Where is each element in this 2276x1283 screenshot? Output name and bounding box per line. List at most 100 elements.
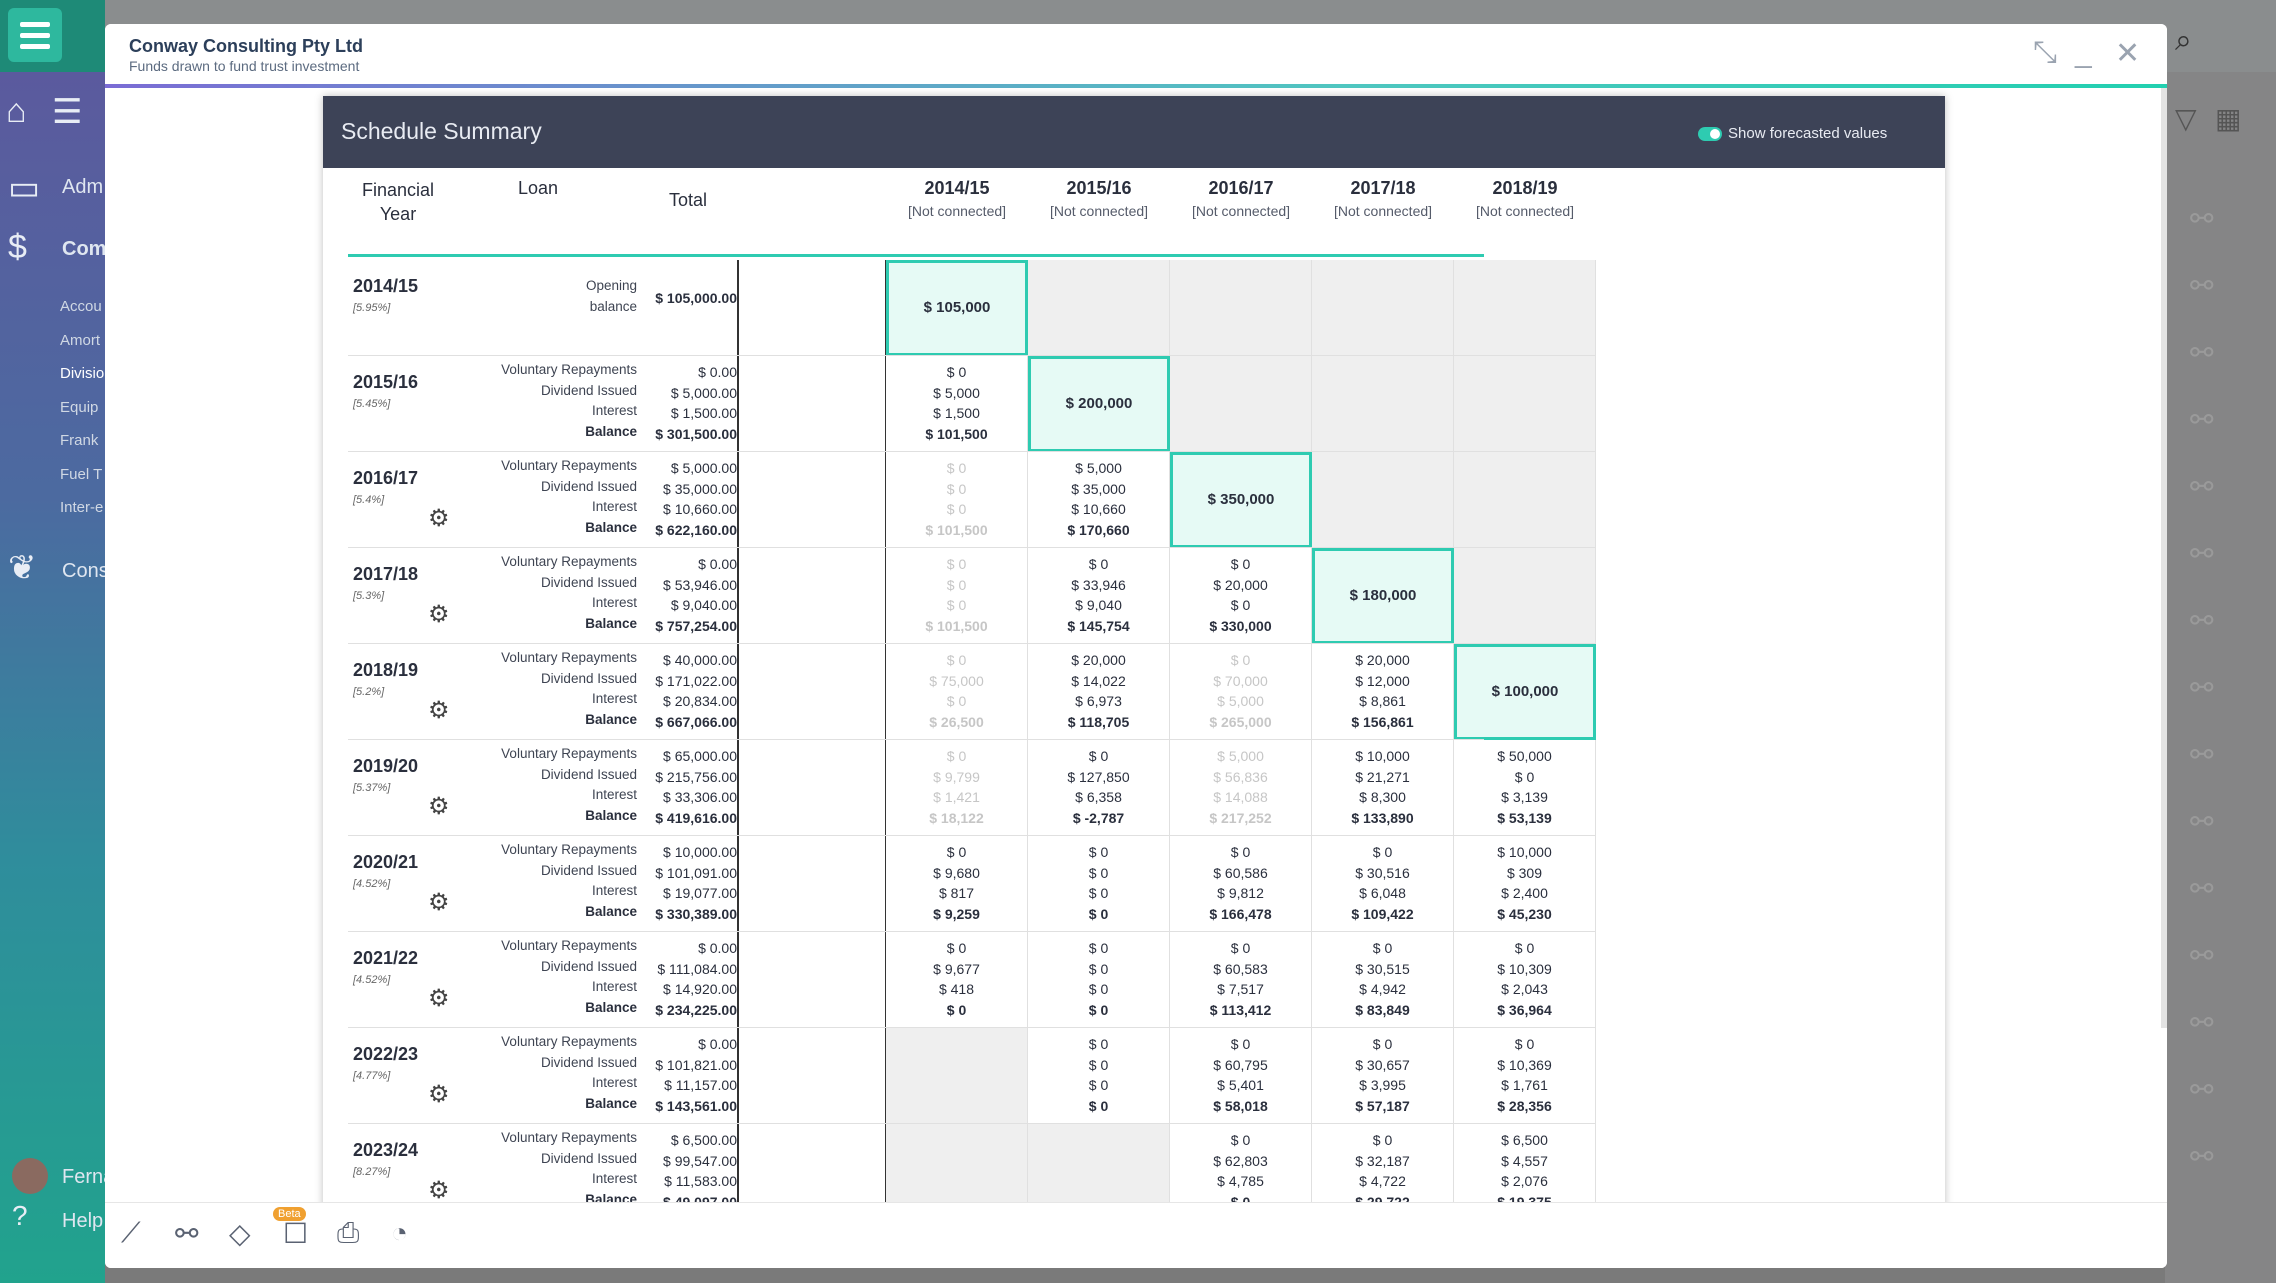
- link-icon[interactable]: ⚯: [2190, 1140, 2213, 1173]
- link-icon[interactable]: ⚯: [2190, 1073, 2213, 1106]
- link-icon[interactable]: ⚯: [2190, 269, 2213, 302]
- schedule-cell[interactable]: [1028, 260, 1170, 356]
- schedule-cell[interactable]: $ 0 $ 0 $ 0 $ 0: [1028, 836, 1170, 932]
- schedule-cell[interactable]: $ 0 $ 0 $ 0 $ 0: [1028, 932, 1170, 1028]
- schedule-cell[interactable]: $ 0 $ 10,309 $ 2,043 $ 36,964: [1454, 932, 1596, 1028]
- plant-icon[interactable]: ❦: [8, 548, 37, 588]
- schedule-cell[interactable]: [1312, 452, 1454, 548]
- link-icon[interactable]: ⚯: [2190, 671, 2213, 704]
- schedule-cell[interactable]: $ 200,000: [1028, 356, 1170, 452]
- sidebar-sub-1[interactable]: Amort: [60, 332, 100, 349]
- sidebar-sub-0[interactable]: Accou: [60, 298, 102, 315]
- schedule-cell[interactable]: $ 5,000 $ 56,836 $ 14,088 $ 217,252: [1170, 740, 1312, 836]
- app-logo[interactable]: [0, 0, 105, 72]
- schedule-cell[interactable]: $ 0 $ 10,369 $ 1,761 $ 28,356: [1454, 1028, 1596, 1124]
- schedule-cell[interactable]: $ 5,000 $ 35,000 $ 10,660 $ 170,660: [1028, 452, 1170, 548]
- sidebar-sub-6[interactable]: Inter-e: [60, 499, 103, 516]
- tag-icon[interactable]: ◇: [229, 1217, 251, 1250]
- schedule-cell[interactable]: $ 0 $ 0 $ 0 $ 101,500: [886, 548, 1028, 644]
- schedule-cell[interactable]: [1454, 548, 1596, 644]
- list-icon[interactable]: ☰: [52, 92, 82, 132]
- schedule-cell[interactable]: $ 0 $ 75,000 $ 0 $ 26,500: [886, 644, 1028, 740]
- link-icon[interactable]: ⚯: [2190, 470, 2213, 503]
- schedule-cell[interactable]: $ 0 $ 30,516 $ 6,048 $ 109,422: [1312, 836, 1454, 932]
- columns-icon[interactable]: ▦: [2215, 102, 2241, 135]
- link-icon[interactable]: ⚯: [175, 1217, 198, 1250]
- minimize-icon[interactable]: _: [2075, 36, 2092, 70]
- schedule-cell[interactable]: [1454, 356, 1596, 452]
- col-header-total: Total: [668, 190, 708, 210]
- help-link[interactable]: Help: [62, 1210, 103, 1233]
- schedule-cell[interactable]: [1170, 356, 1312, 452]
- link-icon[interactable]: ⚯: [2190, 805, 2213, 838]
- link-icon[interactable]: ⚯: [2190, 403, 2213, 436]
- schedule-cell[interactable]: $ 0 $ 30,657 $ 3,995 $ 57,187: [1312, 1028, 1454, 1124]
- schedule-cell[interactable]: $ 0 $ 9,677 $ 418 $ 0: [886, 932, 1028, 1028]
- schedule-cell[interactable]: $ 10,000 $ 309 $ 2,400 $ 45,230: [1454, 836, 1596, 932]
- schedule-cell[interactable]: $ 0 $ 60,586 $ 9,812 $ 166,478: [1170, 836, 1312, 932]
- print-icon[interactable]: ⎙: [337, 1217, 359, 1250]
- sidebar-item-com[interactable]: Com: [62, 238, 106, 261]
- loan-labels: Voluntary Repayments Dividend Issued Inter…: [501, 1034, 637, 1111]
- schedule-cell[interactable]: $ 0 $ 5,000 $ 1,500 $ 101,500: [886, 356, 1028, 452]
- sidebar-item-cons[interactable]: Cons: [62, 560, 109, 583]
- link-icon[interactable]: ⚯: [2190, 872, 2213, 905]
- history-icon[interactable]: ◔: [391, 1217, 408, 1249]
- comments-icon[interactable]: ☐: [283, 1217, 308, 1250]
- sidebar-sub-4[interactable]: Frank: [60, 432, 98, 449]
- forecast-toggle[interactable]: [1698, 127, 1722, 141]
- briefcase-icon[interactable]: ▭: [8, 168, 40, 208]
- schedule-cell[interactable]: $ 0 $ 9,799 $ 1,421 $ 18,122: [886, 740, 1028, 836]
- schedule-cell[interactable]: $ 180,000: [1312, 548, 1454, 644]
- sidebar-item-admin[interactable]: Adm: [62, 176, 103, 199]
- schedule-cell[interactable]: $ 0 $ 127,850 $ 6,358 $ -2,787: [1028, 740, 1170, 836]
- sidebar-sub-3[interactable]: Equip: [60, 399, 98, 416]
- link-icon[interactable]: ⚯: [2190, 202, 2213, 235]
- search-icon[interactable]: ⌕: [2175, 24, 2192, 58]
- schedule-cell[interactable]: [886, 1028, 1028, 1124]
- avatar[interactable]: [12, 1158, 48, 1194]
- link-icon[interactable]: ⚯: [2190, 738, 2213, 771]
- row-year: 2023/24: [353, 1140, 419, 1160]
- sidebar-sub-2[interactable]: Divisio: [60, 365, 104, 382]
- schedule-cell[interactable]: $ 100,000: [1454, 644, 1596, 740]
- schedule-cell[interactable]: $ 20,000 $ 14,022 $ 6,973 $ 118,705: [1028, 644, 1170, 740]
- scrollbar[interactable]: [2161, 88, 2167, 1028]
- schedule-cell[interactable]: $ 10,000 $ 21,271 $ 8,300 $ 133,890: [1312, 740, 1454, 836]
- schedule-cell[interactable]: $ 0 $ 60,583 $ 7,517 $ 113,412: [1170, 932, 1312, 1028]
- schedule-cell[interactable]: $ 0 $ 70,000 $ 5,000 $ 265,000: [1170, 644, 1312, 740]
- sidebar-sub-5[interactable]: Fuel T: [60, 466, 102, 483]
- schedule-cell[interactable]: [1312, 260, 1454, 356]
- table-row: 2016/17 [5.4%] ⚙ Voluntary Repayments Divide…: [323, 452, 1945, 548]
- schedule-cell[interactable]: [1454, 260, 1596, 356]
- filter-icon[interactable]: ▽: [2175, 102, 2197, 135]
- schedule-cell[interactable]: $ 0 $ 33,946 $ 9,040 $ 145,754: [1028, 548, 1170, 644]
- schedule-cell[interactable]: [1454, 452, 1596, 548]
- schedule-cell[interactable]: $ 0 $ 0 $ 0 $ 101,500: [886, 452, 1028, 548]
- schedule-cell[interactable]: $ 0 $ 0 $ 0 $ 0: [1028, 1028, 1170, 1124]
- schedule-cell[interactable]: $ 350,000: [1170, 452, 1312, 548]
- link-icon[interactable]: ⚯: [2190, 939, 2213, 972]
- link-icon[interactable]: ⚯: [2190, 537, 2213, 570]
- schedule-cell[interactable]: $ 0 $ 20,000 $ 0 $ 330,000: [1170, 548, 1312, 644]
- link-icon[interactable]: ⚯: [2190, 336, 2213, 369]
- link-icon[interactable]: ⚯: [2190, 1006, 2213, 1039]
- home-icon[interactable]: ⌂: [6, 92, 27, 131]
- dollar-icon[interactable]: $: [8, 228, 27, 267]
- close-icon[interactable]: ✕: [2115, 36, 2140, 71]
- schedule-cell[interactable]: $ 50,000 $ 0 $ 3,139 $ 53,139: [1454, 740, 1596, 836]
- modal-header: Conway Consulting Pty Ltd Funds drawn to…: [105, 24, 2167, 86]
- link-icon[interactable]: ⚯: [2190, 604, 2213, 637]
- schedule-cell[interactable]: $ 20,000 $ 12,000 $ 8,861 $ 156,861: [1312, 644, 1454, 740]
- schedule-cell[interactable]: [1170, 260, 1312, 356]
- collapse-icon[interactable]: ⤡: [2033, 36, 2057, 70]
- menu-icon[interactable]: [8, 8, 62, 62]
- schedule-cell[interactable]: $ 0 $ 60,795 $ 5,401 $ 58,018: [1170, 1028, 1312, 1124]
- schedule-cell[interactable]: $ 105,000: [886, 260, 1028, 356]
- help-icon[interactable]: ?: [12, 1200, 28, 1232]
- schedule-cell[interactable]: [1312, 356, 1454, 452]
- schedule-cell[interactable]: $ 0 $ 9,680 $ 817 $ 9,259: [886, 836, 1028, 932]
- schedule-cell[interactable]: $ 0 $ 30,515 $ 4,942 $ 83,849: [1312, 932, 1454, 1028]
- row-rate: [5.37%]: [353, 782, 391, 794]
- chart-icon[interactable]: ⟋: [121, 1217, 141, 1250]
